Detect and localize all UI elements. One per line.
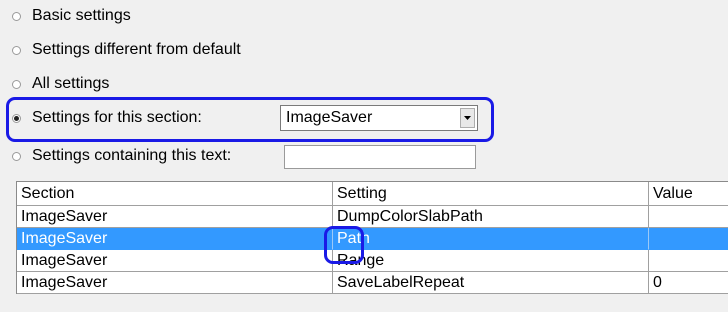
table-row[interactable]: ImageSaver DumpColorSlabPath [17, 206, 728, 228]
section-select-value: ImageSaver [286, 109, 373, 126]
cell-setting: Path [333, 228, 649, 250]
radio-basic-settings[interactable]: Basic settings [12, 4, 131, 28]
cell-value[interactable] [649, 228, 728, 250]
cell-setting: DumpColorSlabPath [333, 206, 649, 228]
search-text-field[interactable] [284, 145, 476, 169]
cell-section: ImageSaver [17, 206, 333, 228]
settings-table: Section Setting Value ImageSaver DumpCol… [16, 181, 728, 294]
table-row[interactable]: ImageSaver SaveLabelRepeat 0 [17, 272, 728, 294]
table-header: Section Setting Value [17, 182, 728, 206]
radio-section-settings[interactable]: Settings for this section: [12, 106, 202, 130]
column-header-section[interactable]: Section [17, 182, 333, 206]
table-row-selected[interactable]: ImageSaver Path [17, 228, 728, 250]
radio-button[interactable] [12, 45, 21, 55]
column-header-value[interactable]: Value [649, 182, 728, 206]
column-header-setting[interactable]: Setting [333, 182, 649, 206]
cell-section: ImageSaver [17, 272, 333, 294]
radio-label-basic: Basic settings [32, 7, 131, 24]
radio-button[interactable] [12, 151, 21, 161]
cell-setting: SaveLabelRepeat [333, 272, 649, 294]
cell-value[interactable] [649, 206, 728, 228]
table-row[interactable]: ImageSaver Range [17, 250, 728, 272]
radio-label-different: Settings different from default [32, 41, 241, 58]
radio-containing-text[interactable]: Settings containing this text: [12, 144, 231, 168]
section-select[interactable]: ImageSaver [280, 105, 478, 131]
radio-button[interactable] [12, 79, 21, 89]
cell-section: ImageSaver [17, 228, 333, 250]
cell-value[interactable] [649, 250, 728, 272]
dropdown-button[interactable] [460, 108, 475, 128]
radio-label-containing: Settings containing this text: [32, 147, 232, 164]
cell-section: ImageSaver [17, 250, 333, 272]
radio-label-all: All settings [32, 75, 110, 92]
radio-label-section: Settings for this section: [32, 109, 202, 126]
radio-different-settings[interactable]: Settings different from default [12, 38, 241, 62]
radio-all-settings[interactable]: All settings [12, 72, 109, 96]
cell-value[interactable]: 0 [649, 272, 728, 294]
radio-button-checked[interactable] [12, 113, 21, 123]
radio-button[interactable] [12, 11, 21, 21]
cell-setting: Range [333, 250, 649, 272]
chevron-down-icon [464, 116, 471, 120]
